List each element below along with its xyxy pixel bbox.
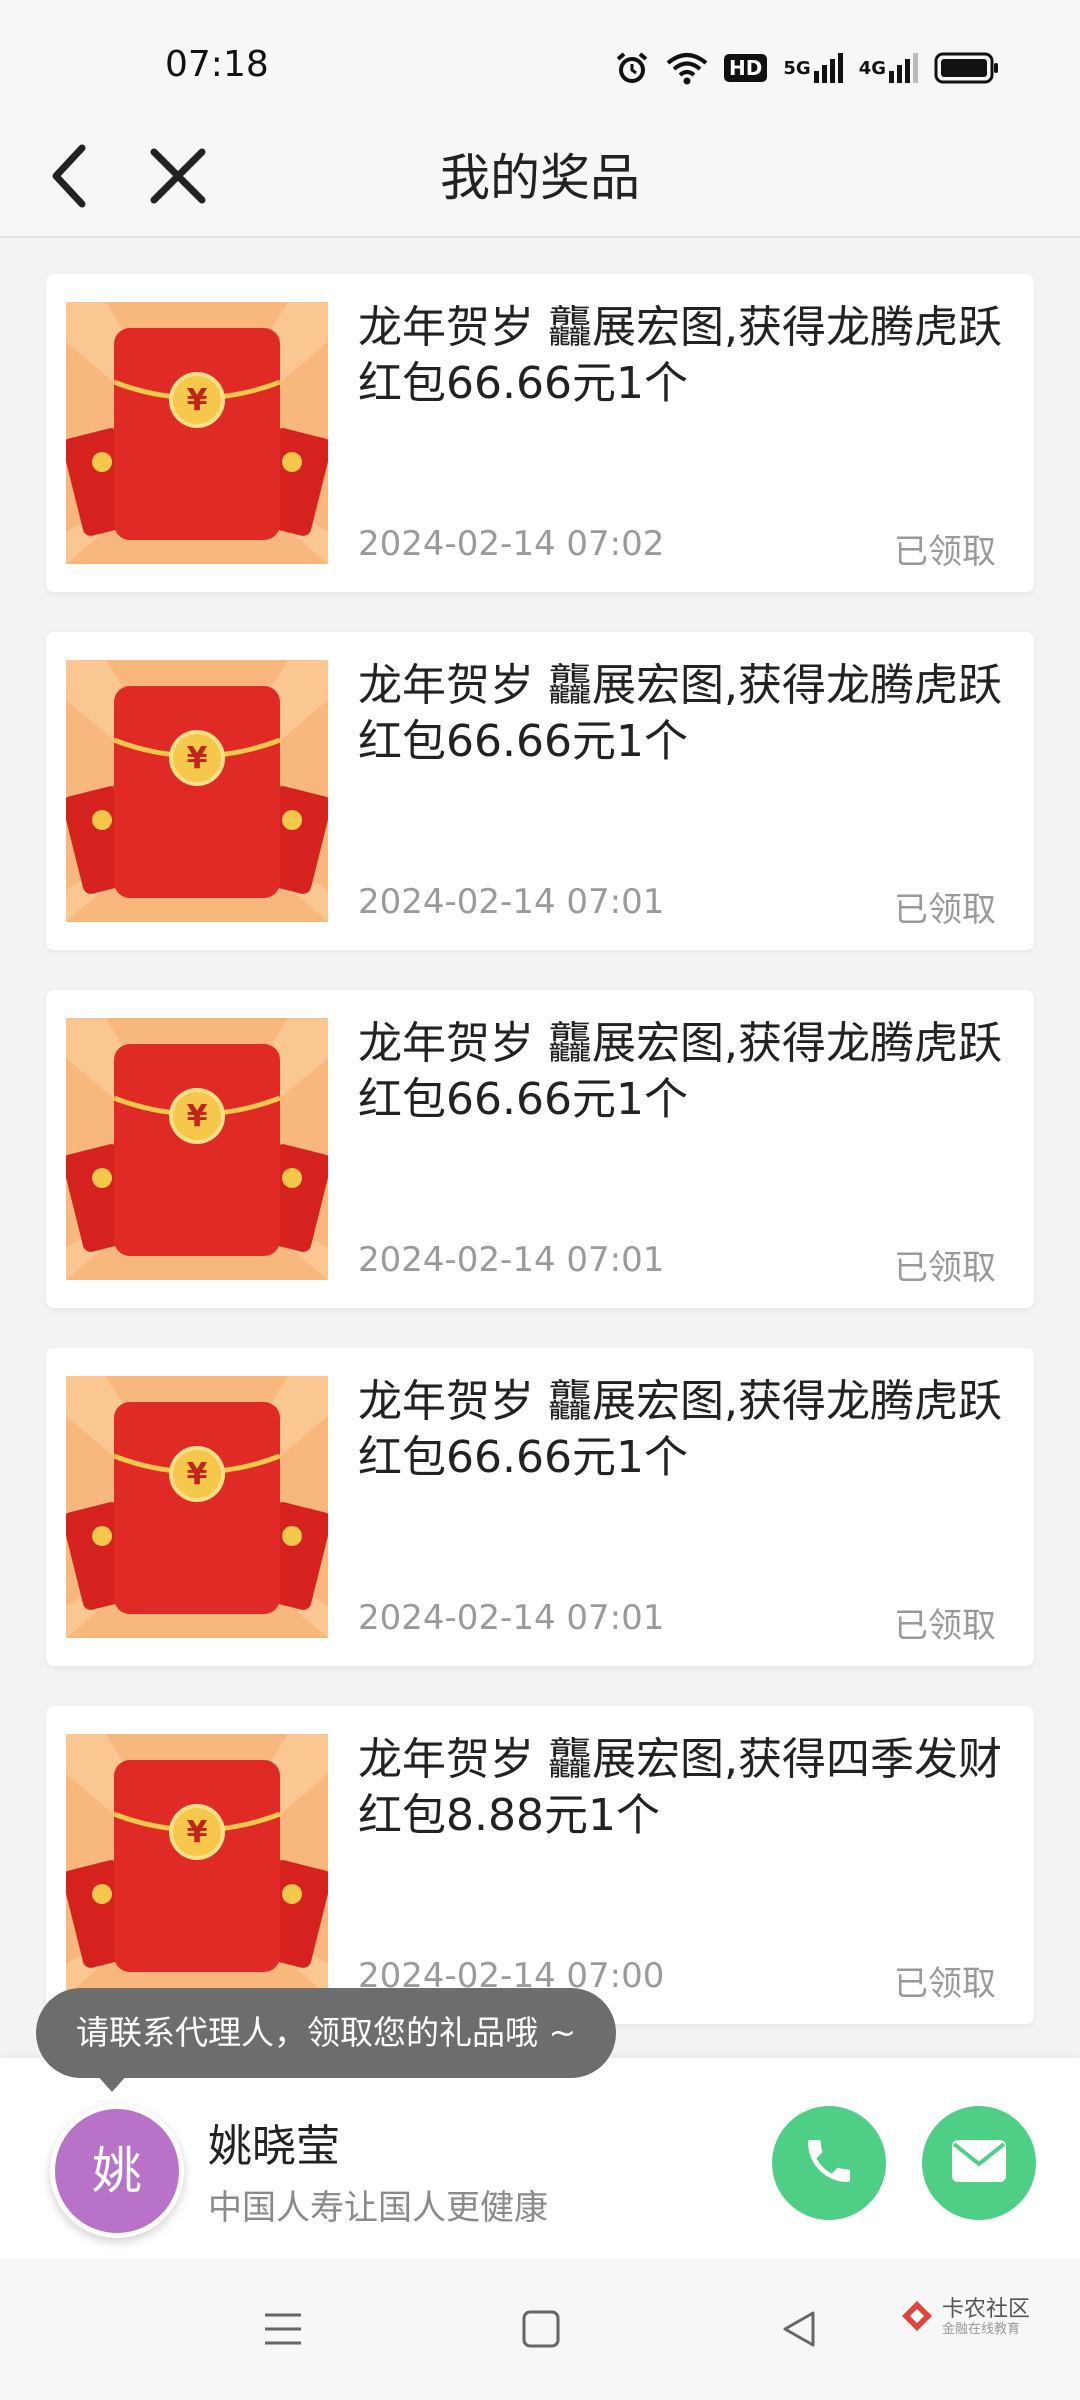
- home-nav-button[interactable]: [506, 2296, 576, 2366]
- prize-card[interactable]: ¥ 龙年贺岁 龘展宏图,获得龙腾虎跃红包66.66元1个 2024-02-14 …: [46, 990, 1034, 1308]
- tooltip-tail: [96, 2074, 128, 2092]
- hd-icon: HD: [724, 54, 768, 82]
- back-nav-button[interactable]: [764, 2296, 834, 2366]
- prize-title: 龙年贺岁 龘展宏图,获得四季发财红包8.88元1个: [358, 1734, 1002, 1841]
- coin-symbol: ¥: [187, 1815, 208, 1850]
- red-envelope-icon: ¥: [66, 1734, 328, 1996]
- prize-title: 龙年贺岁 龘展宏图,获得龙腾虎跃红包66.66元1个: [358, 660, 1002, 767]
- menu-nav-button[interactable]: [248, 2296, 318, 2366]
- red-envelope-icon: ¥: [66, 302, 328, 564]
- prize-card[interactable]: ¥ 龙年贺岁 龘展宏图,获得龙腾虎跃红包66.66元1个 2024-02-14 …: [46, 632, 1034, 950]
- prize-list[interactable]: ¥ 龙年贺岁 龘展宏图,获得龙腾虎跃红包66.66元1个 2024-02-14 …: [0, 238, 1080, 2058]
- message-button[interactable]: [922, 2106, 1036, 2220]
- watermark-logo-icon: [900, 2299, 934, 2337]
- red-envelope-icon: ¥: [66, 1376, 328, 1638]
- red-envelope-icon: ¥: [66, 660, 328, 922]
- envelope-icon: [950, 2138, 1008, 2188]
- prize-status: 已领取: [894, 1964, 996, 2004]
- coin-symbol: ¥: [187, 741, 208, 776]
- prize-status: 已领取: [894, 1606, 996, 1646]
- square-icon: [521, 2309, 561, 2353]
- watermark: 卡农社区 金融在线教育: [900, 2298, 1030, 2338]
- agent-contact-bar: 姚 姚晓莹 中国人寿让国人更健康: [0, 2058, 1080, 2258]
- watermark-line1: 卡农社区: [942, 2297, 1031, 2322]
- contact-agent-tooltip: 请联系代理人，领取您的礼品哦 ~: [36, 1988, 617, 2078]
- phone-icon: [801, 2133, 857, 2193]
- wifi-icon: [666, 51, 708, 85]
- status-icons: HD 5G 4G: [614, 44, 1000, 92]
- avatar[interactable]: 姚: [50, 2104, 184, 2238]
- status-bar: 07:18 HD 5G 4G: [0, 0, 1080, 120]
- prize-card[interactable]: ¥ 龙年贺岁 龘展宏图,获得龙腾虎跃红包66.66元1个 2024-02-14 …: [46, 1348, 1034, 1666]
- watermark-line2: 金融在线教育: [942, 2322, 1021, 2337]
- prize-status: 已领取: [894, 532, 996, 572]
- prize-title: 龙年贺岁 龘展宏图,获得龙腾虎跃红包66.66元1个: [358, 1376, 1002, 1483]
- red-envelope-icon: ¥: [66, 1018, 328, 1280]
- prize-card[interactable]: ¥ 龙年贺岁 龘展宏图,获得龙腾虎跃红包66.66元1个 2024-02-14 …: [46, 274, 1034, 592]
- agent-slogan: 中国人寿让国人更健康: [208, 2188, 548, 2228]
- coin-symbol: ¥: [187, 1457, 208, 1492]
- prize-time: 2024-02-14 07:01: [358, 1598, 665, 1638]
- net-label-5g: 5G: [783, 57, 811, 79]
- prize-status: 已领取: [894, 1248, 996, 1288]
- agent-name: 姚晓莹: [208, 2121, 340, 2172]
- battery-icon: [934, 52, 1000, 84]
- signal-5g-icon: 5G: [783, 53, 843, 83]
- menu-icon: [263, 2311, 303, 2351]
- app-header: 我的奖品: [0, 120, 1080, 238]
- prize-card[interactable]: ¥ 龙年贺岁 龘展宏图,获得四季发财红包8.88元1个 2024-02-14 0…: [46, 1706, 1034, 2024]
- net-label-4g: 4G: [858, 57, 886, 79]
- triangle-back-icon: [779, 2309, 819, 2353]
- prize-time: 2024-02-14 07:02: [358, 524, 665, 564]
- signal-4g-icon: 4G: [859, 53, 918, 83]
- prize-title: 龙年贺岁 龘展宏图,获得龙腾虎跃红包66.66元1个: [358, 302, 1002, 409]
- system-nav-bar: 卡农社区 金融在线教育: [0, 2258, 1080, 2400]
- alarm-icon: [614, 50, 650, 86]
- coin-symbol: ¥: [187, 1099, 208, 1134]
- prize-title: 龙年贺岁 龘展宏图,获得龙腾虎跃红包66.66元1个: [358, 1018, 1002, 1125]
- prize-status: 已领取: [894, 890, 996, 930]
- prize-time: 2024-02-14 07:01: [358, 882, 665, 922]
- prize-time: 2024-02-14 07:01: [358, 1240, 665, 1280]
- coin-symbol: ¥: [187, 383, 208, 418]
- page-title: 我的奖品: [440, 149, 640, 207]
- call-button[interactable]: [772, 2106, 886, 2220]
- status-time: 07:18: [165, 44, 269, 85]
